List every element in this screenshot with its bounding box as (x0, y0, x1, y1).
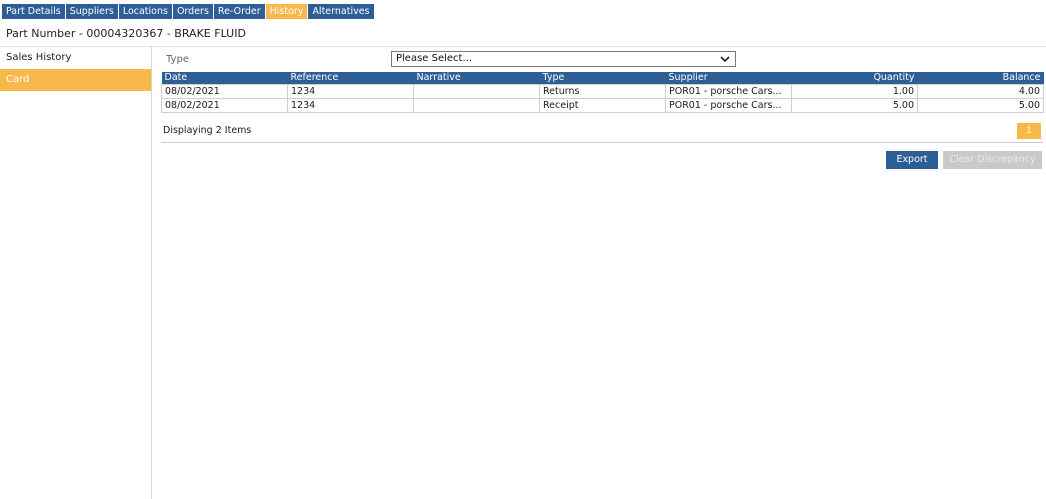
cell-quantity: 5.00 (791, 98, 918, 113)
column-header-reference[interactable]: Reference (287, 72, 414, 85)
sidebar: Sales History Card (0, 47, 152, 499)
type-select[interactable]: Please Select... (391, 51, 736, 67)
tab-alternatives[interactable]: Alternatives (308, 4, 374, 19)
item-count-status: Displaying 2 Items (163, 125, 252, 136)
tab-part-details[interactable]: Part Details (2, 4, 65, 19)
type-filter-label: Type (166, 54, 189, 65)
sidebar-item-sales-history[interactable]: Sales History (0, 47, 151, 69)
export-button[interactable]: Export (886, 151, 938, 169)
export-button-label: Export (896, 154, 928, 165)
page-title: Part Number - 00004320367 - BRAKE FLUID (6, 27, 246, 40)
column-header-date[interactable]: Date (161, 72, 288, 85)
column-header-quantity[interactable]: Quantity (791, 72, 918, 85)
table-row[interactable]: 08/02/2021 1234 Returns POR01 - porsche … (161, 84, 1044, 99)
column-header-balance[interactable]: Balance (917, 72, 1044, 85)
tab-locations[interactable]: Locations (118, 4, 172, 19)
tab-bar: Part Details Suppliers Locations Orders … (2, 4, 375, 19)
cell-type: Returns (539, 84, 666, 99)
tab-history[interactable]: History (265, 4, 308, 19)
column-header-narrative[interactable]: Narrative (413, 72, 540, 85)
cell-supplier: POR01 - porsche Cars... (665, 98, 792, 113)
cell-date: 08/02/2021 (161, 98, 288, 113)
clear-discrepancy-button[interactable]: Clear Discrepancy (943, 151, 1042, 169)
cell-supplier: POR01 - porsche Cars... (665, 84, 792, 99)
table-header-row: Date Reference Narrative Type Supplier Q… (161, 72, 1044, 85)
cell-narrative (413, 98, 540, 113)
column-header-type[interactable]: Type (539, 72, 666, 85)
tab-re-order[interactable]: Re-Order (213, 4, 265, 19)
table-row[interactable]: 08/02/2021 1234 Receipt POR01 - porsche … (161, 98, 1044, 113)
cell-date: 08/02/2021 (161, 84, 288, 99)
sidebar-item-card[interactable]: Card (0, 69, 151, 91)
type-select-value: Please Select... (396, 53, 473, 64)
cell-type: Receipt (539, 98, 666, 113)
history-table: Date Reference Narrative Type Supplier Q… (161, 72, 1044, 113)
cell-reference: 1234 (287, 84, 414, 99)
tab-suppliers[interactable]: Suppliers (65, 4, 118, 19)
clear-discrepancy-button-label: Clear Discrepancy (949, 154, 1036, 165)
cell-narrative (413, 84, 540, 99)
cell-quantity: 1.00 (791, 84, 918, 99)
cell-reference: 1234 (287, 98, 414, 113)
column-header-supplier[interactable]: Supplier (665, 72, 792, 85)
tab-orders[interactable]: Orders (172, 4, 213, 19)
title-divider (0, 46, 1046, 47)
table-footer: Displaying 2 Items 1 (161, 119, 1043, 143)
cell-balance: 4.00 (917, 84, 1044, 99)
pagination-page-button[interactable]: 1 (1017, 123, 1041, 139)
chevron-down-icon (720, 52, 730, 71)
cell-balance: 5.00 (917, 98, 1044, 113)
